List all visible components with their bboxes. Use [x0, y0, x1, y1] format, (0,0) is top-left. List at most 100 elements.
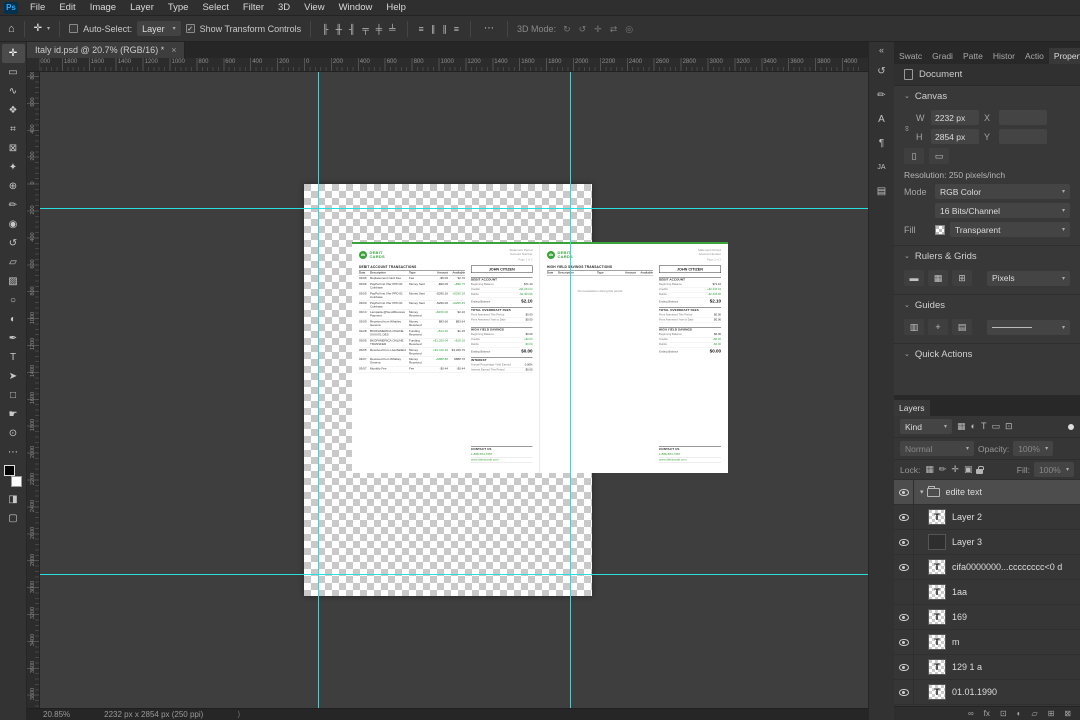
tab-gradi[interactable]: Gradi — [927, 48, 958, 64]
visibility-toggle[interactable] — [894, 655, 914, 679]
layer-row[interactable]: ▾ edite text — [894, 480, 1080, 505]
bit-depth-dropdown[interactable]: 16 Bits/Channel ▾ — [935, 203, 1070, 218]
document-tab[interactable]: Italy id.psd @ 20.7% (RGB/16) * × — [27, 42, 186, 58]
guide-horizontal-1[interactable] — [40, 208, 868, 209]
glyphs-panel-icon[interactable]: JA — [871, 156, 893, 178]
filter-toggle-icon[interactable] — [1068, 423, 1074, 430]
libraries-panel-icon[interactable]: ▤ — [871, 180, 893, 202]
y-field[interactable] — [999, 129, 1047, 144]
rulers-grids-header[interactable]: ⌄ Rulers & Grids — [904, 246, 1070, 266]
align-center-v-icon[interactable]: ╪ — [374, 22, 384, 36]
layer-row[interactable]: T 129 1 a — [894, 655, 1080, 680]
quick-selection-tool-icon[interactable]: ❖ — [2, 101, 25, 120]
frame-tool-icon[interactable]: ⊠ — [2, 139, 25, 158]
tab-patte[interactable]: Patte — [958, 48, 988, 64]
menu-type[interactable]: Type — [161, 0, 196, 15]
menu-view[interactable]: View — [297, 0, 331, 15]
expand-panels-icon[interactable]: « — [879, 42, 884, 60]
menu-3d[interactable]: 3D — [271, 0, 297, 15]
blend-mode-dropdown[interactable]: Normal ▾ — [900, 441, 974, 456]
tab-layers[interactable]: Layers — [894, 400, 930, 416]
filter-smart-objects-icon[interactable]: ⊡ — [1004, 421, 1014, 432]
distribute-horizontal-icon[interactable]: ∥ — [429, 22, 438, 36]
layer-row[interactable]: T 1aa — [894, 580, 1080, 605]
guide-vertical-2[interactable] — [570, 72, 571, 708]
history-brush-tool-icon[interactable]: ↺ — [2, 234, 25, 253]
kind-filter-dropdown[interactable]: Kind ▾ — [900, 419, 952, 434]
lock-all-icon[interactable] — [976, 465, 984, 474]
layer-mask-icon[interactable]: ⊡ — [999, 709, 1008, 718]
link-dimensions-icon[interactable]: ∞ — [902, 126, 911, 132]
delete-layer-icon[interactable]: ⊠ — [1063, 709, 1072, 718]
fill-dropdown[interactable]: 100% ▾ — [1034, 462, 1074, 477]
guide-vertical-1[interactable] — [318, 72, 319, 708]
color-mode-dropdown[interactable]: RGB Color ▾ — [935, 184, 1070, 199]
3d-rotate-icon[interactable]: ↻ — [561, 22, 573, 36]
background-color-swatch[interactable] — [11, 476, 22, 487]
visibility-toggle[interactable] — [894, 630, 914, 654]
height-field[interactable]: 2854 px — [931, 129, 979, 144]
units-dropdown[interactable]: Pixels ▾ — [987, 270, 1070, 286]
brush-settings-panel-icon[interactable]: ✏ — [871, 84, 893, 106]
menu-select[interactable]: Select — [195, 0, 235, 15]
ruler-corner[interactable] — [27, 58, 40, 71]
healing-brush-tool-icon[interactable]: ⊕ — [2, 177, 25, 196]
distribute-heights-icon[interactable]: ≡ — [452, 22, 461, 36]
horizontal-ruler[interactable]: 2000180016001400120010008006004002000200… — [40, 58, 868, 71]
layer-row[interactable]: Layer 3 — [894, 530, 1080, 555]
quick-actions-header[interactable]: ⌄ Quick Actions — [904, 344, 1070, 364]
menu-window[interactable]: Window — [332, 0, 380, 15]
visibility-toggle[interactable] — [894, 580, 914, 604]
canvas-viewport[interactable]: db DEBIT CARDS Statement Period Account … — [40, 72, 868, 708]
opacity-dropdown[interactable]: 100% ▾ — [1013, 441, 1054, 456]
rectangle-tool-icon[interactable]: □ — [2, 386, 25, 405]
zoom-level-field[interactable]: 20.85% — [43, 710, 70, 719]
guide-layout-icon[interactable]: ▥ — [904, 319, 924, 335]
blur-tool-icon[interactable]: ○ — [2, 291, 25, 310]
visibility-toggle[interactable] — [894, 555, 914, 579]
hand-tool-icon[interactable]: ☛ — [2, 405, 25, 424]
filter-adjustment-layers-icon[interactable]: ◐ — [970, 421, 977, 432]
auto-select-checkbox[interactable] — [69, 24, 79, 33]
layer-row[interactable]: T Layer 2 — [894, 505, 1080, 530]
new-group-icon[interactable]: ▱ — [1030, 709, 1038, 718]
toggle-snap-icon[interactable]: ⊞ — [952, 270, 972, 286]
visibility-toggle[interactable] — [894, 530, 914, 554]
layer-row[interactable]: Tm — [894, 630, 1080, 655]
align-center-h-icon[interactable]: ╫ — [334, 22, 344, 36]
adjustment-layer-icon[interactable]: ◐ — [1016, 709, 1023, 718]
menu-filter[interactable]: Filter — [236, 0, 271, 15]
layer-row[interactable]: T 01.01.1990 — [894, 680, 1080, 705]
width-field[interactable]: 2232 px — [931, 110, 979, 125]
color-swatches[interactable] — [3, 465, 23, 487]
marquee-tool-icon[interactable]: ▭ — [2, 63, 25, 82]
home-icon[interactable]: ⌂ — [8, 23, 15, 35]
visibility-toggle[interactable] — [894, 505, 914, 529]
filter-pixel-layers-icon[interactable]: ▦ — [956, 421, 967, 432]
eraser-tool-icon[interactable]: ▱ — [2, 253, 25, 272]
align-right-icon[interactable]: ╢ — [347, 22, 357, 36]
vertical-ruler[interactable]: 800 600 400 200 0 200 400 600 800 1000 1200 1400 160… — [27, 72, 40, 708]
canvas-section-header[interactable]: ⌄ Canvas — [904, 86, 1070, 106]
guide-horizontal-2[interactable] — [40, 574, 868, 575]
x-field[interactable] — [999, 110, 1047, 125]
distribute-widths-icon[interactable]: ∥ — [440, 22, 449, 36]
fill-dropdown[interactable]: Transparent ▾ — [950, 222, 1070, 237]
paragraph-panel-icon[interactable]: ¶ — [871, 132, 893, 154]
dodge-tool-icon[interactable]: ◐ — [2, 310, 25, 329]
lasso-tool-icon[interactable]: ∿ — [2, 82, 25, 101]
status-chevron-icon[interactable]: ⟩ — [237, 710, 240, 719]
layer-row[interactable]: T 169 — [894, 605, 1080, 630]
quick-mask-icon[interactable]: ◨ — [2, 490, 25, 509]
lock-pixels-icon[interactable]: ✏ — [938, 464, 948, 475]
move-tool-preset-icon[interactable]: ✛ — [34, 23, 42, 34]
guide-style-dropdown[interactable]: ▾ — [987, 319, 1070, 335]
toggle-rulers-icon[interactable]: ▬ — [904, 270, 924, 286]
tab-properties[interactable]: Properties — [1048, 48, 1080, 64]
visibility-toggle[interactable] — [894, 480, 914, 504]
expand-chevron-icon[interactable]: ▾ — [920, 488, 924, 496]
link-layers-icon[interactable]: ∞ — [967, 709, 975, 718]
landscape-icon[interactable]: ▭ — [929, 148, 949, 164]
layer-effects-icon[interactable]: fx — [983, 709, 991, 718]
show-transform-checkbox[interactable]: ✓ — [185, 24, 195, 33]
